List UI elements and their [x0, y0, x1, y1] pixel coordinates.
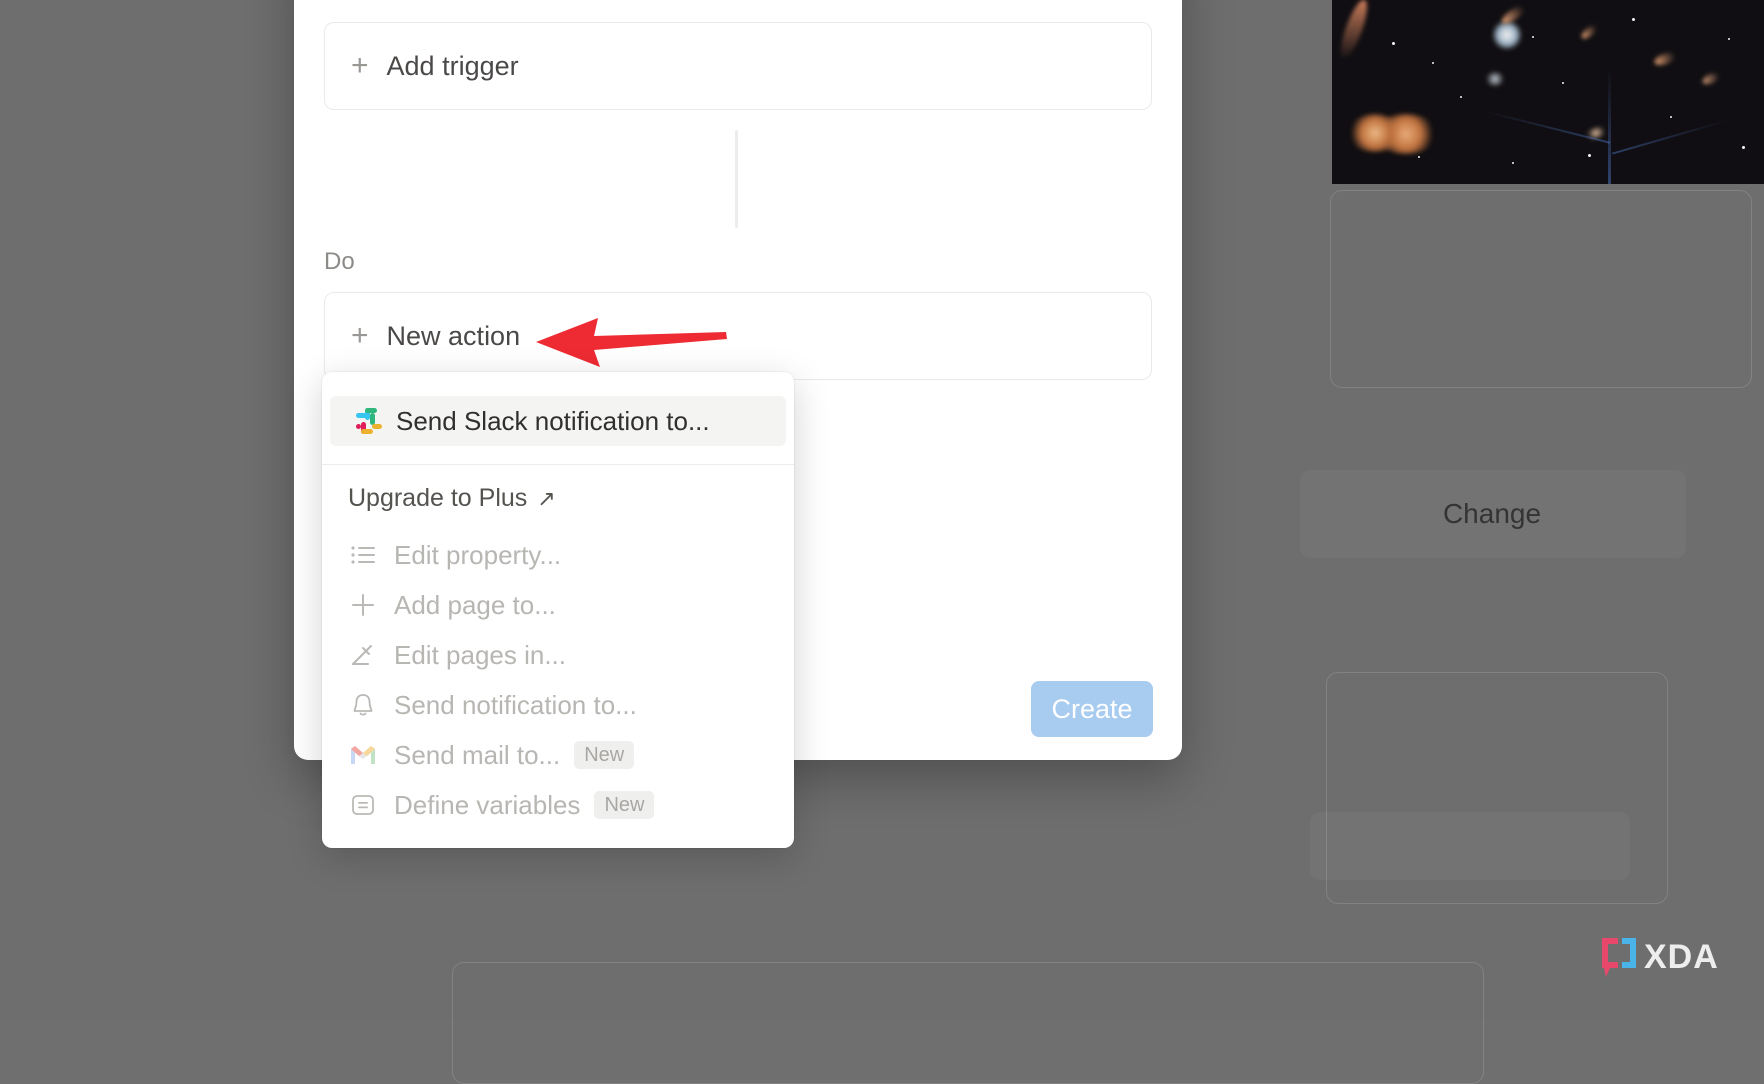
backdrop-dim-overlay [1332, 0, 1764, 184]
new-badge: New [574, 741, 635, 769]
pencil-icon [348, 640, 378, 670]
upgrade-to-plus-label: Upgrade to Plus [348, 484, 528, 512]
menu-item-define-variables[interactable]: Define variables New [322, 780, 794, 830]
new-action-label: New action [386, 320, 521, 351]
background-row-fill-2 [1310, 812, 1630, 880]
background-panel-upper [1330, 190, 1752, 388]
plus-icon [348, 590, 378, 620]
new-action-button[interactable]: + New action [324, 292, 1152, 380]
create-button-label: Create [1051, 693, 1133, 724]
gmail-icon [348, 740, 378, 770]
menu-item-label: Send mail to... [394, 739, 561, 770]
new-badge: New [594, 791, 655, 819]
create-button[interactable]: Create [1031, 681, 1153, 737]
external-link-arrow-icon: ↗ [537, 485, 556, 511]
menu-item-send-mail-to[interactable]: Send mail to... New [322, 730, 794, 780]
plus-icon: + [351, 49, 369, 82]
equals-box-icon [348, 790, 378, 820]
svg-text:XDA: XDA [1644, 938, 1719, 976]
plus-icon: + [351, 319, 369, 352]
bell-icon [348, 690, 378, 720]
menu-item-send-notification-to[interactable]: Send notification to... [322, 680, 794, 730]
menu-item-label: Edit property... [394, 539, 562, 570]
add-trigger-button[interactable]: + Add trigger [324, 22, 1152, 110]
upgrade-to-plus-link[interactable]: Upgrade to Plus ↗ [348, 484, 556, 513]
flow-connector-line [735, 130, 738, 228]
add-trigger-label: Add trigger [386, 50, 519, 81]
menu-item-send-slack-notification[interactable]: Send Slack notification to... [330, 396, 786, 446]
menu-divider [322, 464, 794, 465]
menu-item-label: Add page to... [394, 589, 556, 620]
do-section-label: Do [324, 248, 355, 275]
background-panel-bottom [452, 962, 1484, 1084]
menu-item-edit-pages-in[interactable]: Edit pages in... [322, 630, 794, 680]
action-type-dropdown: Send Slack notification to... Upgrade to… [322, 372, 794, 848]
menu-item-label: Define variables [394, 789, 581, 820]
change-button-label: Change [1442, 498, 1542, 529]
annotation-arrow-icon [536, 318, 727, 367]
menu-item-label: Edit pages in... [394, 639, 566, 670]
xda-watermark: XDA [1602, 938, 1719, 977]
menu-item-add-page-to[interactable]: Add page to... [322, 580, 794, 630]
menu-item-label: Send notification to... [394, 689, 637, 720]
menu-item-edit-property[interactable]: Edit property... [322, 530, 794, 580]
menu-item-label: Send Slack notification to... [396, 405, 710, 436]
slack-icon [356, 408, 382, 434]
list-icon [348, 540, 378, 570]
change-button[interactable]: Change [1300, 484, 1684, 544]
